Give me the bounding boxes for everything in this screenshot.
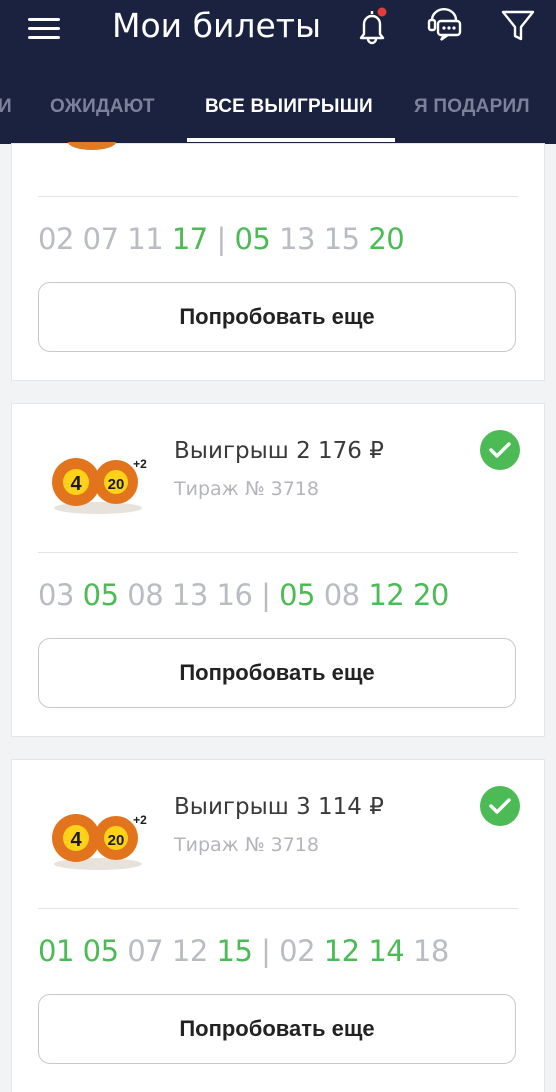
lottery-4-20-logo: 4 20 +2 [52, 813, 147, 870]
tab-all-wins[interactable]: ВСЕ ВЫИГРЫШИ [205, 96, 373, 118]
try-again-button[interactable]: Попробовать еще [38, 994, 516, 1064]
number-group: 18 [404, 934, 449, 968]
svg-text:+2: +2 [133, 813, 147, 827]
card-divider [38, 908, 518, 909]
try-again-button[interactable]: Попробовать еще [38, 282, 516, 352]
ticket-card: 02 07 11 17 | 05 13 15 20 Попробовать ещ… [12, 142, 544, 380]
try-again-button[interactable]: Попробовать еще [38, 638, 516, 708]
number-group: 08 [315, 578, 369, 612]
ticket-numbers: 02 07 11 17 | 05 13 15 20 [38, 222, 405, 256]
notification-dot [377, 7, 387, 17]
number-group: 13 15 [270, 222, 369, 256]
svg-text:4: 4 [70, 829, 82, 851]
ticket-card[interactable]: 4 20 +2 Выигрыш 3 114 ₽ Тираж № 3718 01 … [12, 760, 544, 1092]
number-group: 07 12 [118, 934, 217, 968]
check-icon [480, 430, 520, 470]
draw-number: Тираж № 3718 [174, 834, 319, 856]
matched-number: 01 05 [38, 934, 119, 968]
matched-number: 12 20 [368, 578, 449, 612]
lottery-logo-cropped [68, 142, 116, 150]
ticket-numbers: 03 05 08 13 16 | 05 08 12 20 [38, 578, 449, 612]
lottery-4-20-logo: 4 20 +2 [52, 457, 147, 514]
number-group: 02 07 11 [38, 222, 172, 256]
tab-partial[interactable]: И [0, 96, 12, 118]
svg-text:+2: +2 [133, 457, 147, 471]
check-icon [480, 786, 520, 826]
page-title: Мои билеты [112, 6, 322, 45]
win-amount: Выигрыш 2 176 ₽ [174, 438, 384, 464]
number-group: 03 [38, 578, 83, 612]
svg-text:20: 20 [108, 832, 125, 849]
ticket-card[interactable]: 4 20 +2 Выигрыш 2 176 ₽ Тираж № 3718 03 … [12, 404, 544, 736]
number-group: | [207, 222, 235, 256]
card-divider [38, 196, 518, 197]
svg-text:20: 20 [108, 476, 125, 493]
matched-number: 05 [82, 578, 119, 612]
matched-number: 20 [368, 222, 405, 256]
tab-gifted[interactable]: Я ПОДАРИЛ [414, 96, 530, 118]
tab-bar: И ОЖИДАЮТ ВСЕ ВЫИГРЫШИ Я ПОДАРИЛ [0, 80, 556, 144]
matched-number: 12 14 [323, 934, 405, 968]
number-group: 08 13 16 | [118, 578, 280, 612]
matched-number: 05 [234, 222, 271, 256]
matched-number: 17 [171, 222, 208, 256]
matched-number: 15 [216, 934, 253, 968]
support-chat-icon[interactable] [424, 6, 464, 46]
menu-icon[interactable] [28, 12, 60, 40]
card-divider [38, 552, 518, 553]
tab-pending[interactable]: ОЖИДАЮТ [50, 96, 155, 118]
top-app-bar: Мои билеты И ОЖИДАЮТ ВСЕ ВЫИГРЫШИ Я ПОДА… [0, 0, 556, 144]
number-group: | 02 [252, 934, 324, 968]
win-amount: Выигрыш 3 114 ₽ [174, 794, 384, 820]
ticket-numbers: 01 05 07 12 15 | 02 12 14 18 [38, 934, 449, 968]
filter-icon[interactable] [498, 6, 538, 46]
active-tab-indicator [187, 138, 395, 142]
svg-text:4: 4 [70, 473, 82, 495]
draw-number: Тираж № 3718 [174, 478, 319, 500]
matched-number: 05 [279, 578, 316, 612]
bell-icon[interactable] [352, 6, 392, 46]
